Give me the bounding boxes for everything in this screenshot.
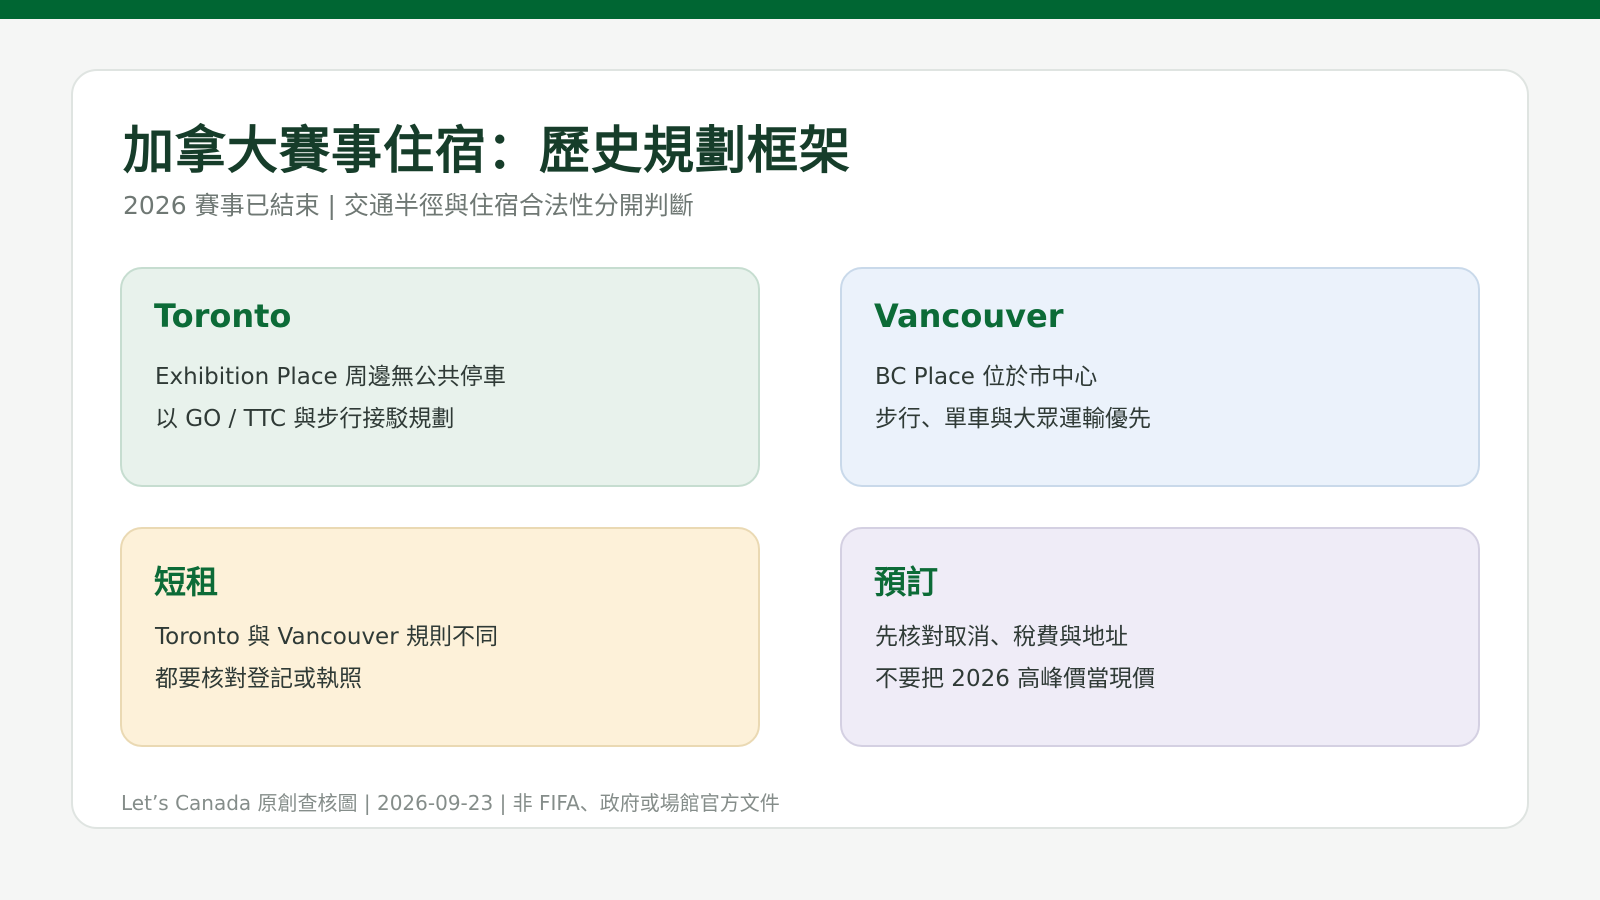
card-booking: 預訂 先核對取消、稅費與地址 不要把 2026 高峰價當現價	[840, 527, 1480, 747]
page-subtitle: 2026 賽事已結束 | 交通半徑與住宿合法性分開判斷	[123, 191, 694, 220]
card-heading: Toronto	[154, 297, 292, 335]
card-line: Toronto 與 Vancouver 規則不同	[155, 624, 498, 650]
card-heading: 預訂	[874, 563, 939, 601]
card-toronto: Toronto Exhibition Place 周邊無公共停車 以 GO / …	[120, 267, 760, 487]
page-title: 加拿大賽事住宿：歷史規劃框架	[123, 122, 852, 181]
card-short-term-rental: 短租 Toronto 與 Vancouver 規則不同 都要核對登記或執照	[120, 527, 760, 747]
card-line: BC Place 位於市中心	[875, 364, 1098, 390]
slide-panel: 加拿大賽事住宿：歷史規劃框架 2026 賽事已結束 | 交通半徑與住宿合法性分開…	[71, 69, 1529, 829]
card-line: 步行、單車與大眾運輸優先	[875, 406, 1151, 432]
card-heading: Vancouver	[874, 297, 1064, 335]
top-accent-bar	[0, 0, 1600, 19]
card-line: Exhibition Place 周邊無公共停車	[155, 364, 506, 390]
card-heading: 短租	[154, 563, 219, 601]
card-line: 先核對取消、稅費與地址	[875, 624, 1128, 650]
card-line: 以 GO / TTC 與步行接駁規劃	[155, 406, 455, 432]
footer-note: Let’s Canada 原創查核圖 | 2026-09-23 | 非 FIFA…	[121, 791, 780, 815]
card-vancouver: Vancouver BC Place 位於市中心 步行、單車與大眾運輸優先	[840, 267, 1480, 487]
card-line: 不要把 2026 高峰價當現價	[875, 666, 1156, 692]
card-line: 都要核對登記或執照	[155, 666, 362, 692]
